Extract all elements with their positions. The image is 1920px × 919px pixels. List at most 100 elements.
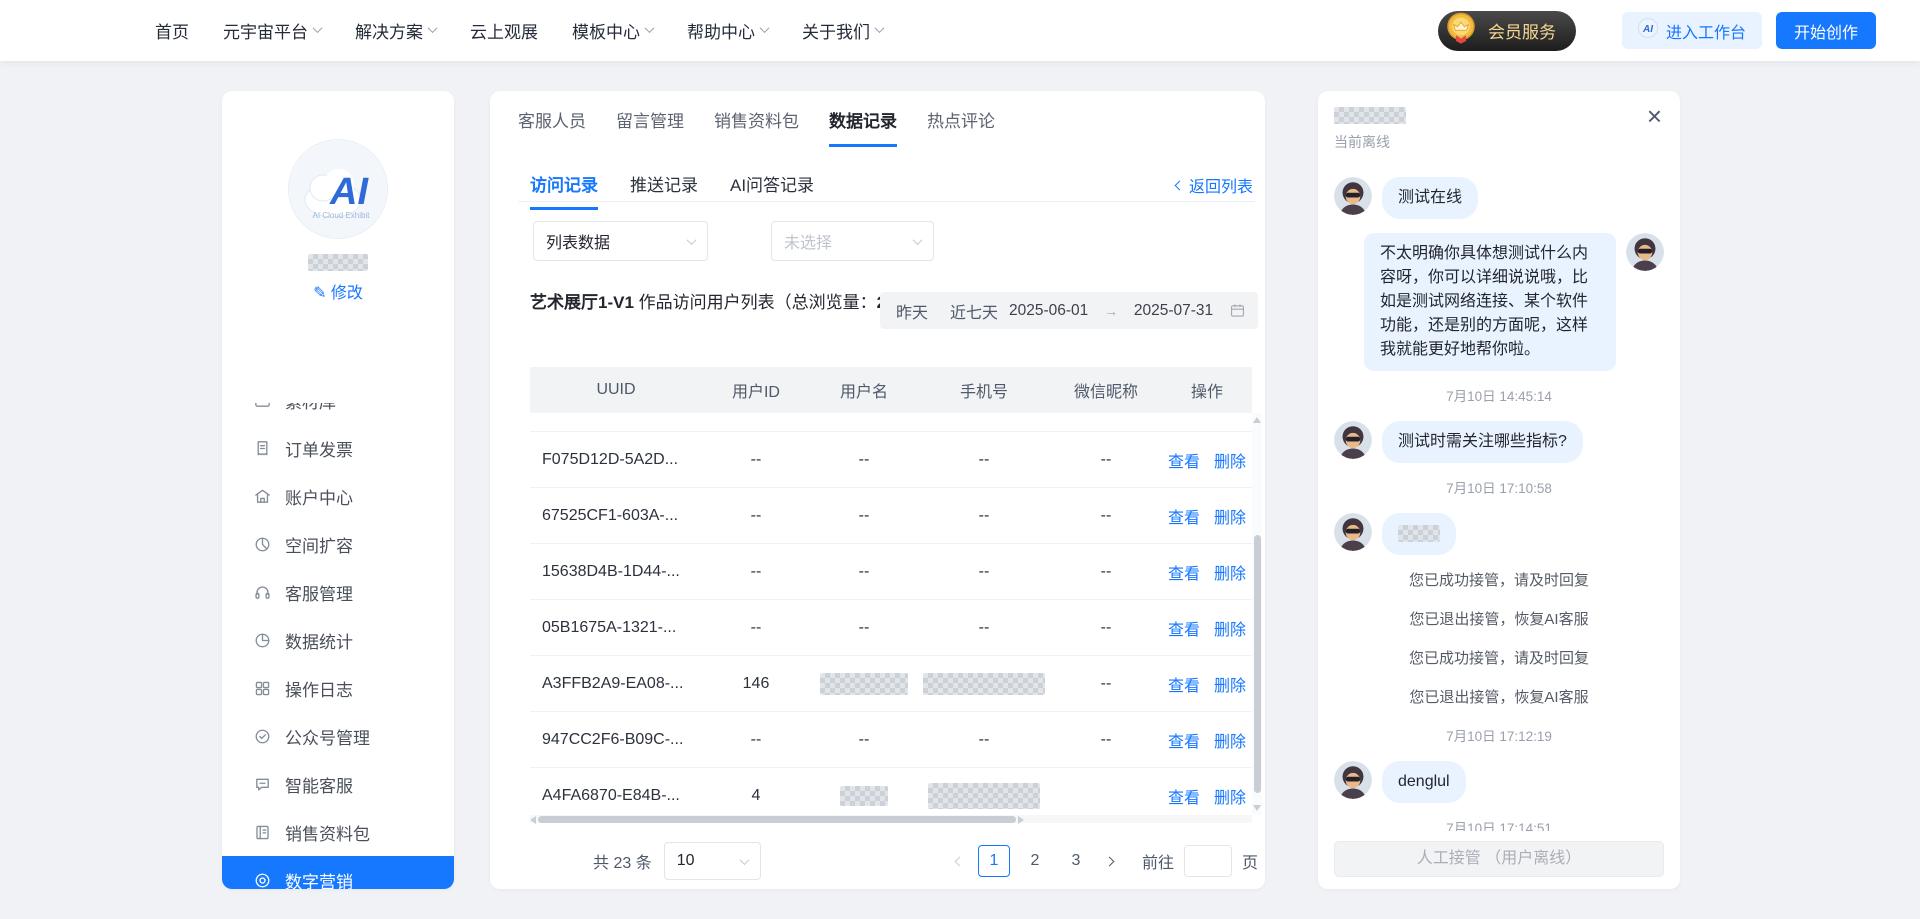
next-page-button[interactable] bbox=[1096, 852, 1124, 870]
sidebar-item[interactable]: 客服管理 bbox=[222, 568, 454, 616]
delete-link[interactable]: 删除 bbox=[1214, 448, 1246, 472]
chat-service-icon bbox=[253, 775, 272, 794]
uuid-cell: A3FFB2A9-EA08-... bbox=[530, 675, 702, 693]
goto-page-input[interactable] bbox=[1184, 845, 1232, 877]
yesterday-button[interactable]: 昨天 bbox=[896, 299, 928, 323]
uuid-cell: F075D12D-5A2D... bbox=[530, 451, 702, 469]
page-button[interactable]: 3 bbox=[1060, 845, 1092, 877]
page-size-select[interactable]: 10 bbox=[664, 842, 761, 880]
member-badge-label: 会员服务 bbox=[1488, 18, 1556, 43]
row-actions: 查看删除 bbox=[1162, 504, 1252, 528]
delete-link[interactable]: 删除 bbox=[1214, 728, 1246, 752]
data-record-panel: 客服人员留言管理销售资料包数据记录热点评论 访问记录推送记录 AI问答记录 返回列… bbox=[490, 91, 1265, 889]
secondary-select-placeholder: 未选择 bbox=[784, 229, 832, 253]
delete-link[interactable]: 删除 bbox=[1214, 784, 1246, 808]
view-link[interactable]: 查看 bbox=[1168, 504, 1200, 528]
nav-item[interactable]: 云上观展 bbox=[470, 18, 538, 43]
nav-item[interactable]: 关于我们 bbox=[802, 18, 883, 43]
nav-item[interactable]: 帮助中心 bbox=[687, 18, 768, 43]
sub-tab[interactable]: AI问答记录 bbox=[730, 171, 814, 210]
back-to-list-label: 返回列表 bbox=[1189, 173, 1253, 197]
nav-item-label: 云上观展 bbox=[470, 18, 538, 43]
delete-link[interactable]: 删除 bbox=[1214, 672, 1246, 696]
delete-link[interactable]: 删除 bbox=[1214, 616, 1246, 640]
nav-item[interactable]: 元宇宙平台 bbox=[223, 18, 321, 43]
scroll-left-arrow[interactable] bbox=[530, 816, 536, 824]
username-masked bbox=[308, 254, 368, 271]
sidebar-item[interactable]: 订单发票 bbox=[222, 424, 454, 472]
chevron-left-icon bbox=[955, 857, 965, 867]
table-body: F075D12D-5A2D...--------查看删除67525CF1-603… bbox=[530, 413, 1252, 815]
manual-takeover-button[interactable]: 人工接管 （用户离线） bbox=[1334, 841, 1664, 877]
nav-item-label: 解决方案 bbox=[355, 18, 423, 43]
table-row: F075D12D-5A2D...--------查看删除 bbox=[530, 432, 1252, 488]
sub-tab[interactable]: 推送记录 bbox=[630, 171, 698, 210]
close-icon[interactable]: × bbox=[1647, 103, 1662, 129]
scroll-up-arrow[interactable] bbox=[1253, 417, 1261, 423]
svg-text:AI Cloud Exhibit: AI Cloud Exhibit bbox=[313, 211, 371, 220]
user-id-cell: -- bbox=[702, 731, 810, 749]
chat-avatar bbox=[1334, 421, 1372, 459]
secondary-select[interactable]: 未选择 bbox=[771, 221, 934, 261]
scroll-right-arrow[interactable] bbox=[1018, 816, 1024, 824]
nav-item[interactable]: 解决方案 bbox=[355, 18, 436, 43]
message-bubble bbox=[1382, 513, 1456, 555]
sidebar-item[interactable]: 空间扩容 bbox=[222, 520, 454, 568]
phone-cell: -- bbox=[918, 507, 1050, 525]
nav-item[interactable]: 首页 bbox=[155, 18, 189, 43]
username-cell: -- bbox=[810, 731, 918, 749]
view-link[interactable]: 查看 bbox=[1168, 728, 1200, 752]
vertical-scrollbar[interactable] bbox=[1252, 413, 1262, 815]
page-button[interactable]: 2 bbox=[1019, 845, 1051, 877]
user-avatar[interactable]: AI AI Cloud Exhibit bbox=[288, 139, 388, 239]
person-avatar-icon bbox=[1626, 233, 1664, 271]
page-button[interactable]: 1 bbox=[978, 845, 1010, 877]
view-link[interactable]: 查看 bbox=[1168, 672, 1200, 696]
view-link[interactable]: 查看 bbox=[1168, 560, 1200, 584]
sidebar-item[interactable]: 素材库 bbox=[222, 403, 454, 424]
partially-scrolled-row bbox=[530, 413, 1252, 432]
sub-tab[interactable]: 访问记录 bbox=[530, 171, 598, 210]
sidebar-item[interactable]: 智能客服 bbox=[222, 760, 454, 808]
horizontal-scrollbar[interactable] bbox=[530, 815, 1252, 823]
date-range-picker[interactable]: 2025-06-01 → 2025-07-31 bbox=[997, 292, 1258, 329]
list-title-part: 作品访问用户列表（总浏览量： bbox=[639, 293, 877, 312]
prev-page-button[interactable] bbox=[946, 852, 974, 870]
view-link[interactable]: 查看 bbox=[1168, 784, 1200, 808]
masked-value bbox=[923, 673, 1045, 695]
delete-link[interactable]: 删除 bbox=[1214, 560, 1246, 584]
vertical-scroll-thumb[interactable] bbox=[1254, 535, 1261, 793]
sidebar-item[interactable]: 公众号管理 bbox=[222, 712, 454, 760]
tab[interactable]: 数据记录 bbox=[829, 107, 897, 147]
user-id-cell: -- bbox=[702, 451, 810, 469]
page-number-list: 123 bbox=[978, 845, 1092, 877]
horizontal-scroll-thumb[interactable] bbox=[538, 816, 1016, 823]
message-timestamp: 7月10日 17:12:19 bbox=[1334, 725, 1664, 745]
row-actions: 查看删除 bbox=[1162, 672, 1252, 696]
sidebar-item[interactable]: 数字营销 bbox=[222, 856, 454, 889]
divider bbox=[518, 201, 1255, 202]
sidebar-item[interactable]: 数据统计 bbox=[222, 616, 454, 664]
sidebar-item[interactable]: 操作日志 bbox=[222, 664, 454, 712]
edit-profile-link[interactable]: ✎ 修改 bbox=[222, 279, 454, 303]
tab[interactable]: 留言管理 bbox=[616, 107, 684, 147]
start-create-button[interactable]: 开始创作 bbox=[1776, 12, 1876, 49]
view-link[interactable]: 查看 bbox=[1168, 616, 1200, 640]
enter-workspace-button[interactable]: AI 进入工作台 bbox=[1622, 12, 1762, 49]
last-seven-days-button[interactable]: 近七天 bbox=[950, 299, 998, 323]
phone-cell: -- bbox=[918, 619, 1050, 637]
back-to-list-link[interactable]: 返回列表 bbox=[1176, 173, 1253, 197]
sidebar-item[interactable]: 账户中心 bbox=[222, 472, 454, 520]
delete-link[interactable]: 删除 bbox=[1214, 504, 1246, 528]
scroll-down-arrow[interactable] bbox=[1253, 805, 1261, 811]
view-link[interactable]: 查看 bbox=[1168, 448, 1200, 472]
tab[interactable]: 客服人员 bbox=[518, 107, 586, 147]
tab[interactable]: 销售资料包 bbox=[714, 107, 799, 147]
pagination-bar: 共 23 条 10 123 前往 页 bbox=[593, 841, 1258, 881]
nav-item[interactable]: 模板中心 bbox=[572, 18, 653, 43]
list-data-select[interactable]: 列表数据 bbox=[533, 221, 708, 261]
tab[interactable]: 热点评论 bbox=[927, 107, 995, 147]
member-service-button[interactable]: 会员服务 bbox=[1438, 11, 1576, 51]
sidebar-item[interactable]: 销售资料包 bbox=[222, 808, 454, 856]
chevron-down-icon bbox=[687, 235, 697, 245]
